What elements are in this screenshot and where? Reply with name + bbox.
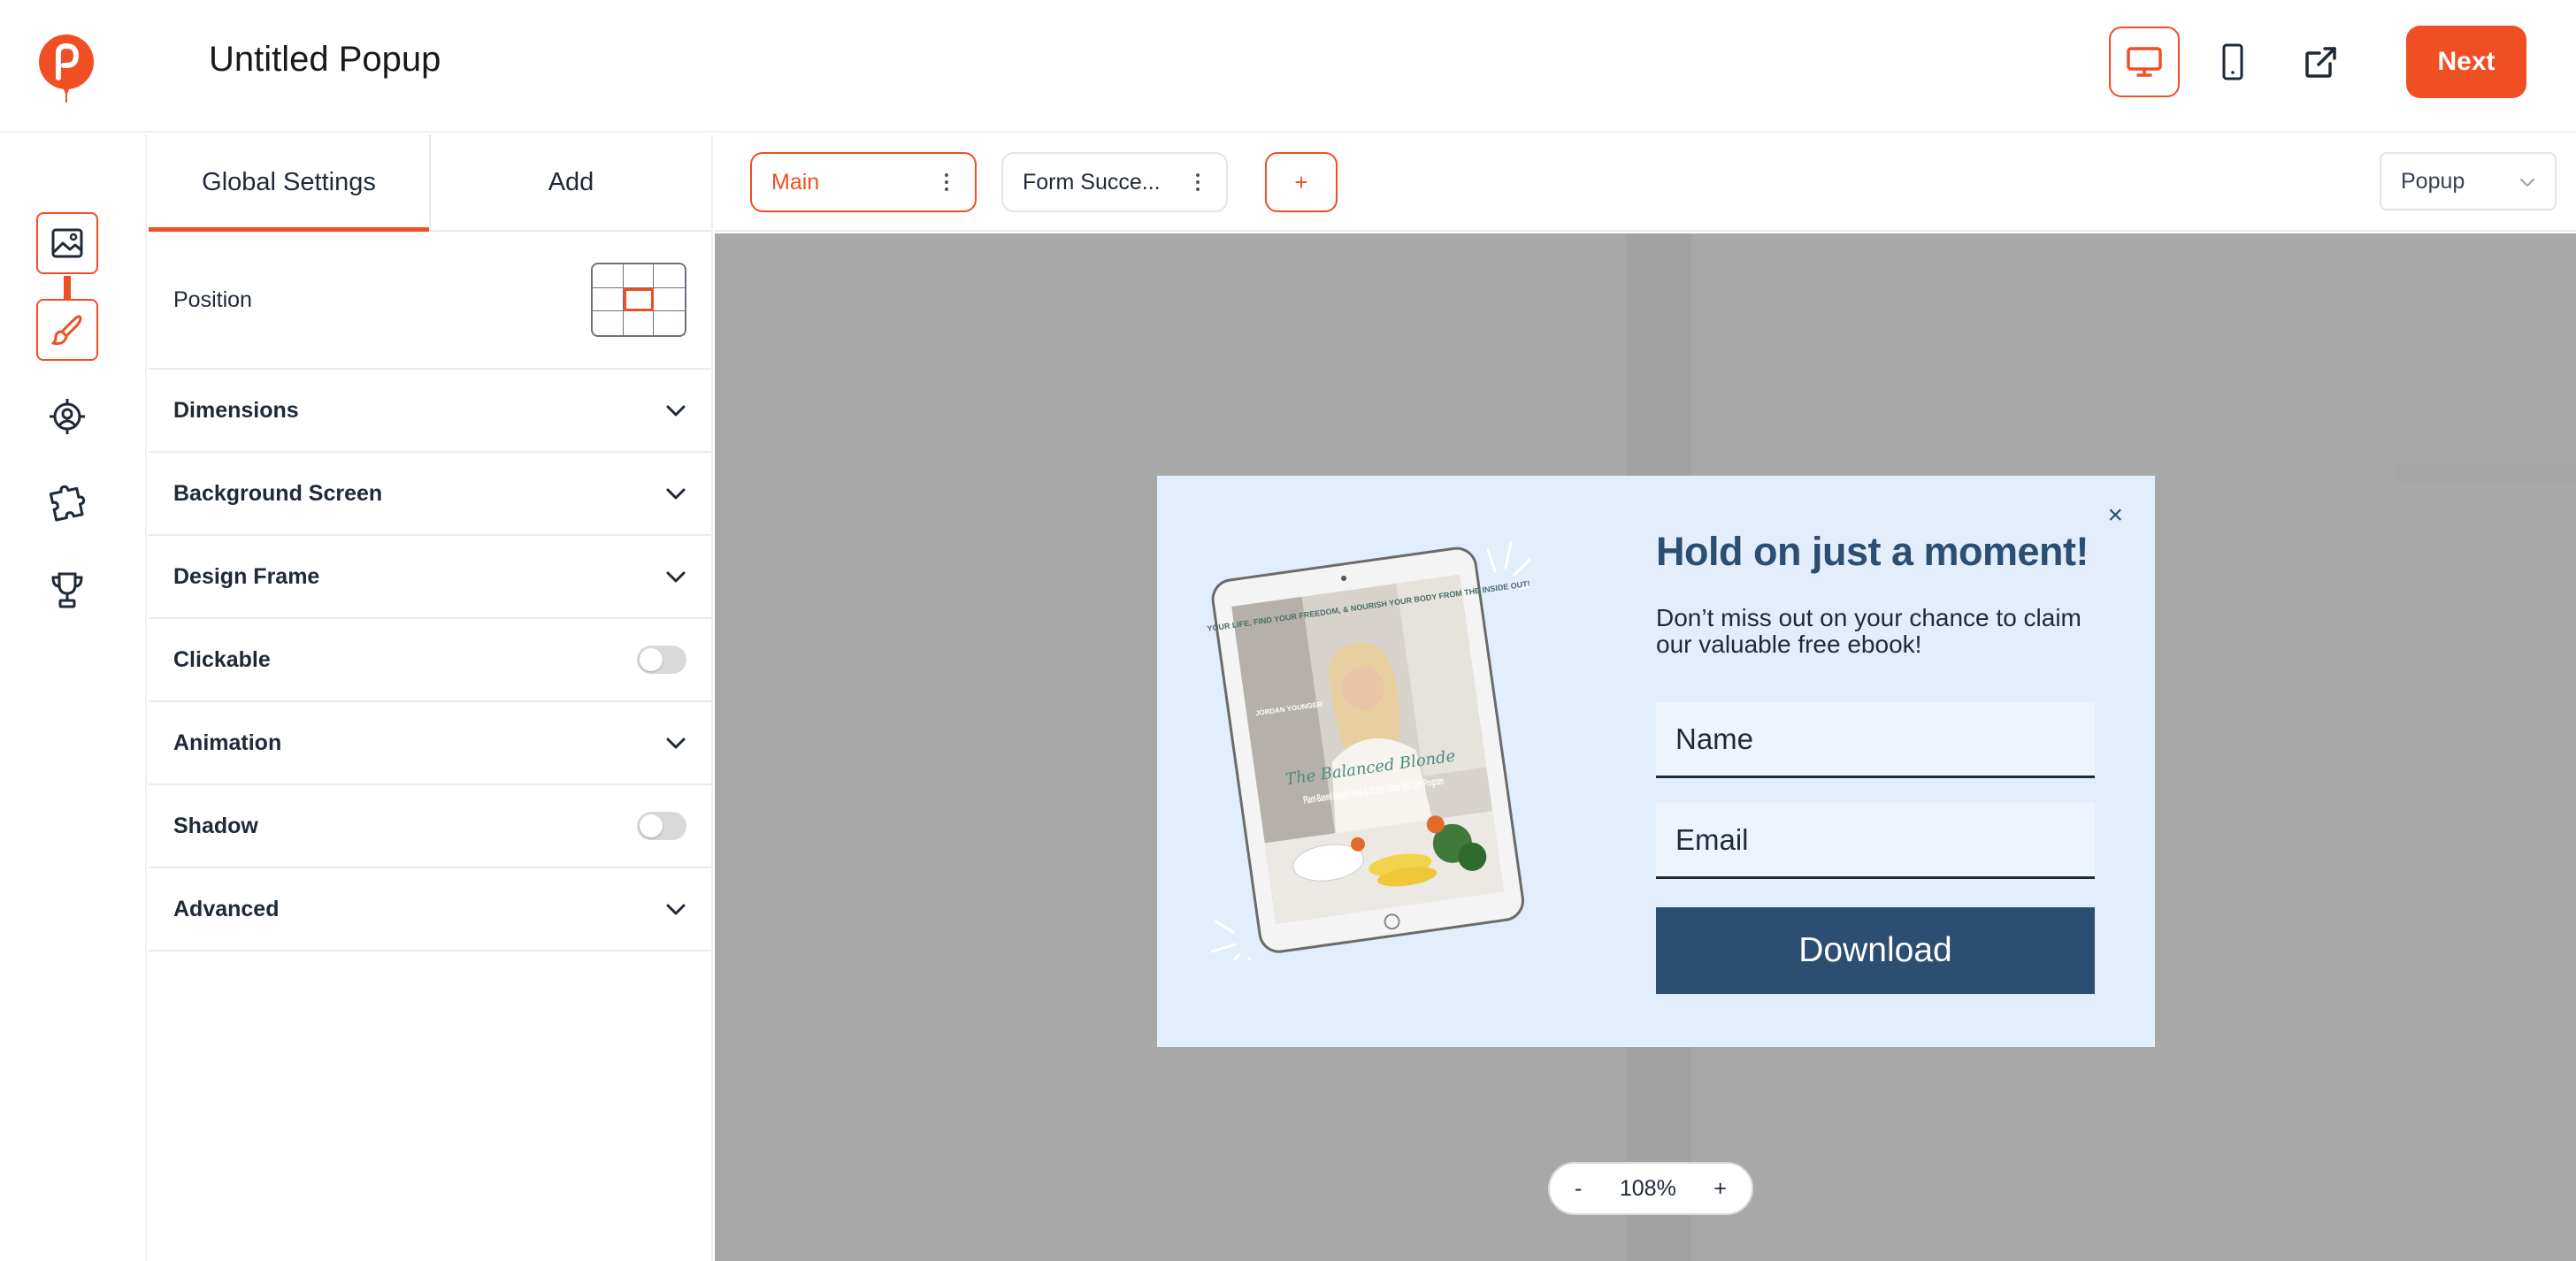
rail-item-goals[interactable] <box>36 559 98 621</box>
close-icon[interactable]: × <box>2107 502 2123 529</box>
canvas-area: Main Form Succe... + Popup × YOUR LIFE, … <box>715 134 2576 1261</box>
popup-subtitle: Don’t miss out on your chance to claim o… <box>1656 604 2082 658</box>
panel-tabs: Global Settings Add <box>149 134 711 232</box>
position-cell[interactable] <box>593 287 624 312</box>
advanced-label: Advanced <box>173 896 280 921</box>
desktop-icon <box>2127 47 2162 77</box>
external-link-icon <box>2305 47 2336 78</box>
target-icon <box>50 399 85 434</box>
email-field[interactable]: Email <box>1656 803 2095 879</box>
more-vertical-icon[interactable] <box>1189 173 1207 191</box>
desktop-view-button[interactable] <box>2109 27 2180 97</box>
mobile-view-button[interactable] <box>2197 27 2268 97</box>
chevron-down-icon <box>666 488 686 500</box>
download-button[interactable]: Download <box>1656 907 2095 994</box>
position-label: Position <box>173 287 252 312</box>
position-cell[interactable] <box>624 311 655 335</box>
top-actions: Next <box>2109 26 2526 98</box>
ebook-tablet-image: ENHANCE YOUR LIFE, FIND YOUR FREEDOM, & … <box>1166 536 1548 980</box>
page-tab-main[interactable]: Main <box>750 152 977 212</box>
page-tab-label: Form Succe... <box>1023 169 1161 195</box>
rail-item-content[interactable] <box>36 212 98 274</box>
popup-type-select[interactable]: Popup <box>2380 152 2557 210</box>
clickable-label: Clickable <box>173 646 271 672</box>
rail-item-design[interactable] <box>36 299 98 361</box>
preview-button[interactable] <box>2286 27 2357 97</box>
chevron-down-icon <box>2519 170 2535 193</box>
rail-item-integrations[interactable] <box>36 472 98 534</box>
chevron-down-icon <box>666 904 686 915</box>
tab-global-settings[interactable]: Global Settings <box>149 134 429 232</box>
animation-row[interactable]: Animation <box>149 702 711 785</box>
zoom-out-button[interactable]: - <box>1575 1176 1582 1202</box>
canvas-stage: × YOUR LIFE, FIND YOUR FREEDOM, & NOURIS… <box>715 233 2576 1261</box>
animation-label: Animation <box>173 730 282 755</box>
settings-panel: Global Settings Add Position Dimensions … <box>149 134 713 1261</box>
rail-item-targeting[interactable] <box>36 386 98 447</box>
clickable-row: Clickable <box>149 619 711 702</box>
position-cell[interactable] <box>623 264 655 288</box>
dimensions-row[interactable]: Dimensions <box>149 370 711 453</box>
position-cell[interactable] <box>654 311 685 335</box>
position-cell[interactable] <box>654 288 685 312</box>
more-vertical-icon[interactable] <box>938 173 955 191</box>
zoom-in-button[interactable]: + <box>1714 1176 1727 1202</box>
position-cell[interactable] <box>654 264 685 288</box>
page-title[interactable]: Untitled Popup <box>209 35 441 83</box>
zoom-control: - 108% + <box>1548 1162 1753 1215</box>
next-button[interactable]: Next <box>2406 26 2526 98</box>
shadow-row: Shadow <box>149 785 711 868</box>
page-tab-label: Main <box>771 169 820 195</box>
clickable-toggle[interactable] <box>637 646 686 674</box>
shadow-label: Shadow <box>173 813 258 838</box>
position-row: Position <box>149 232 711 370</box>
design-frame-row[interactable]: Design Frame <box>149 536 711 619</box>
position-cell-selected[interactable] <box>623 287 655 312</box>
brush-icon <box>51 315 82 346</box>
name-field[interactable]: Name <box>1656 702 2095 778</box>
add-page-button[interactable]: + <box>1265 152 1338 212</box>
popup-headline: Hold on just a moment! <box>1656 529 2089 574</box>
page-tabs-bar: Main Form Succe... + Popup <box>715 134 2576 232</box>
design-frame-label: Design Frame <box>173 563 320 589</box>
page-tab-form-success[interactable]: Form Succe... <box>1001 152 1228 212</box>
dimensions-label: Dimensions <box>173 397 299 423</box>
puzzle-icon <box>49 485 86 522</box>
top-bar: Untitled Popup Next <box>0 0 2576 133</box>
chevron-down-icon <box>666 571 686 583</box>
background-screen-label: Background Screen <box>173 480 383 506</box>
mobile-icon <box>2222 43 2243 80</box>
trophy-icon <box>51 572 83 608</box>
logo-icon <box>37 32 96 103</box>
popup-preview[interactable]: × YOUR LIFE, FIND YOUR FREEDOM, & NOURIS… <box>1157 476 2155 1047</box>
rail-connector <box>64 276 71 301</box>
position-cell[interactable] <box>593 311 624 335</box>
position-grid[interactable] <box>591 263 686 337</box>
image-icon <box>51 228 83 258</box>
zoom-level: 108% <box>1619 1175 1676 1201</box>
shadow-toggle[interactable] <box>637 812 686 840</box>
tab-add[interactable]: Add <box>429 134 711 230</box>
advanced-row[interactable]: Advanced <box>149 868 711 951</box>
popup-type-value: Popup <box>2401 168 2465 194</box>
position-cell[interactable] <box>593 264 624 288</box>
left-rail <box>0 134 147 1261</box>
chevron-down-icon <box>666 405 686 417</box>
background-screen-row[interactable]: Background Screen <box>149 453 711 536</box>
chevron-down-icon <box>666 737 686 749</box>
app-root: Untitled Popup Next Global Settings Add … <box>0 0 2576 1261</box>
